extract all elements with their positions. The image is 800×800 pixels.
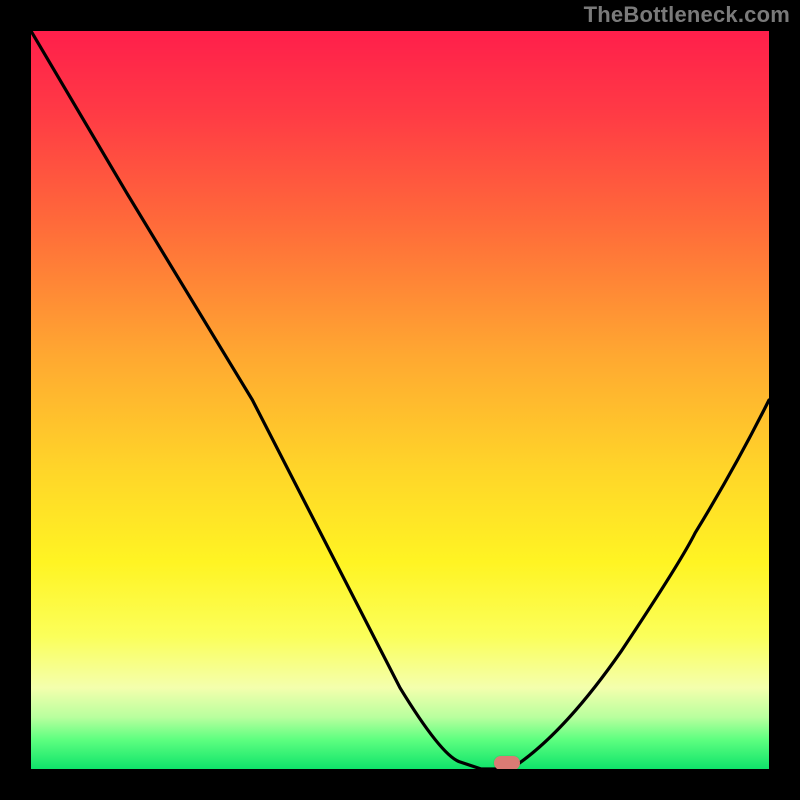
watermark-text: TheBottleneck.com bbox=[584, 2, 790, 28]
optimal-marker bbox=[494, 756, 520, 769]
plot-area bbox=[31, 31, 769, 769]
bottleneck-curve bbox=[31, 31, 769, 769]
chart-frame: TheBottleneck.com bbox=[0, 0, 800, 800]
